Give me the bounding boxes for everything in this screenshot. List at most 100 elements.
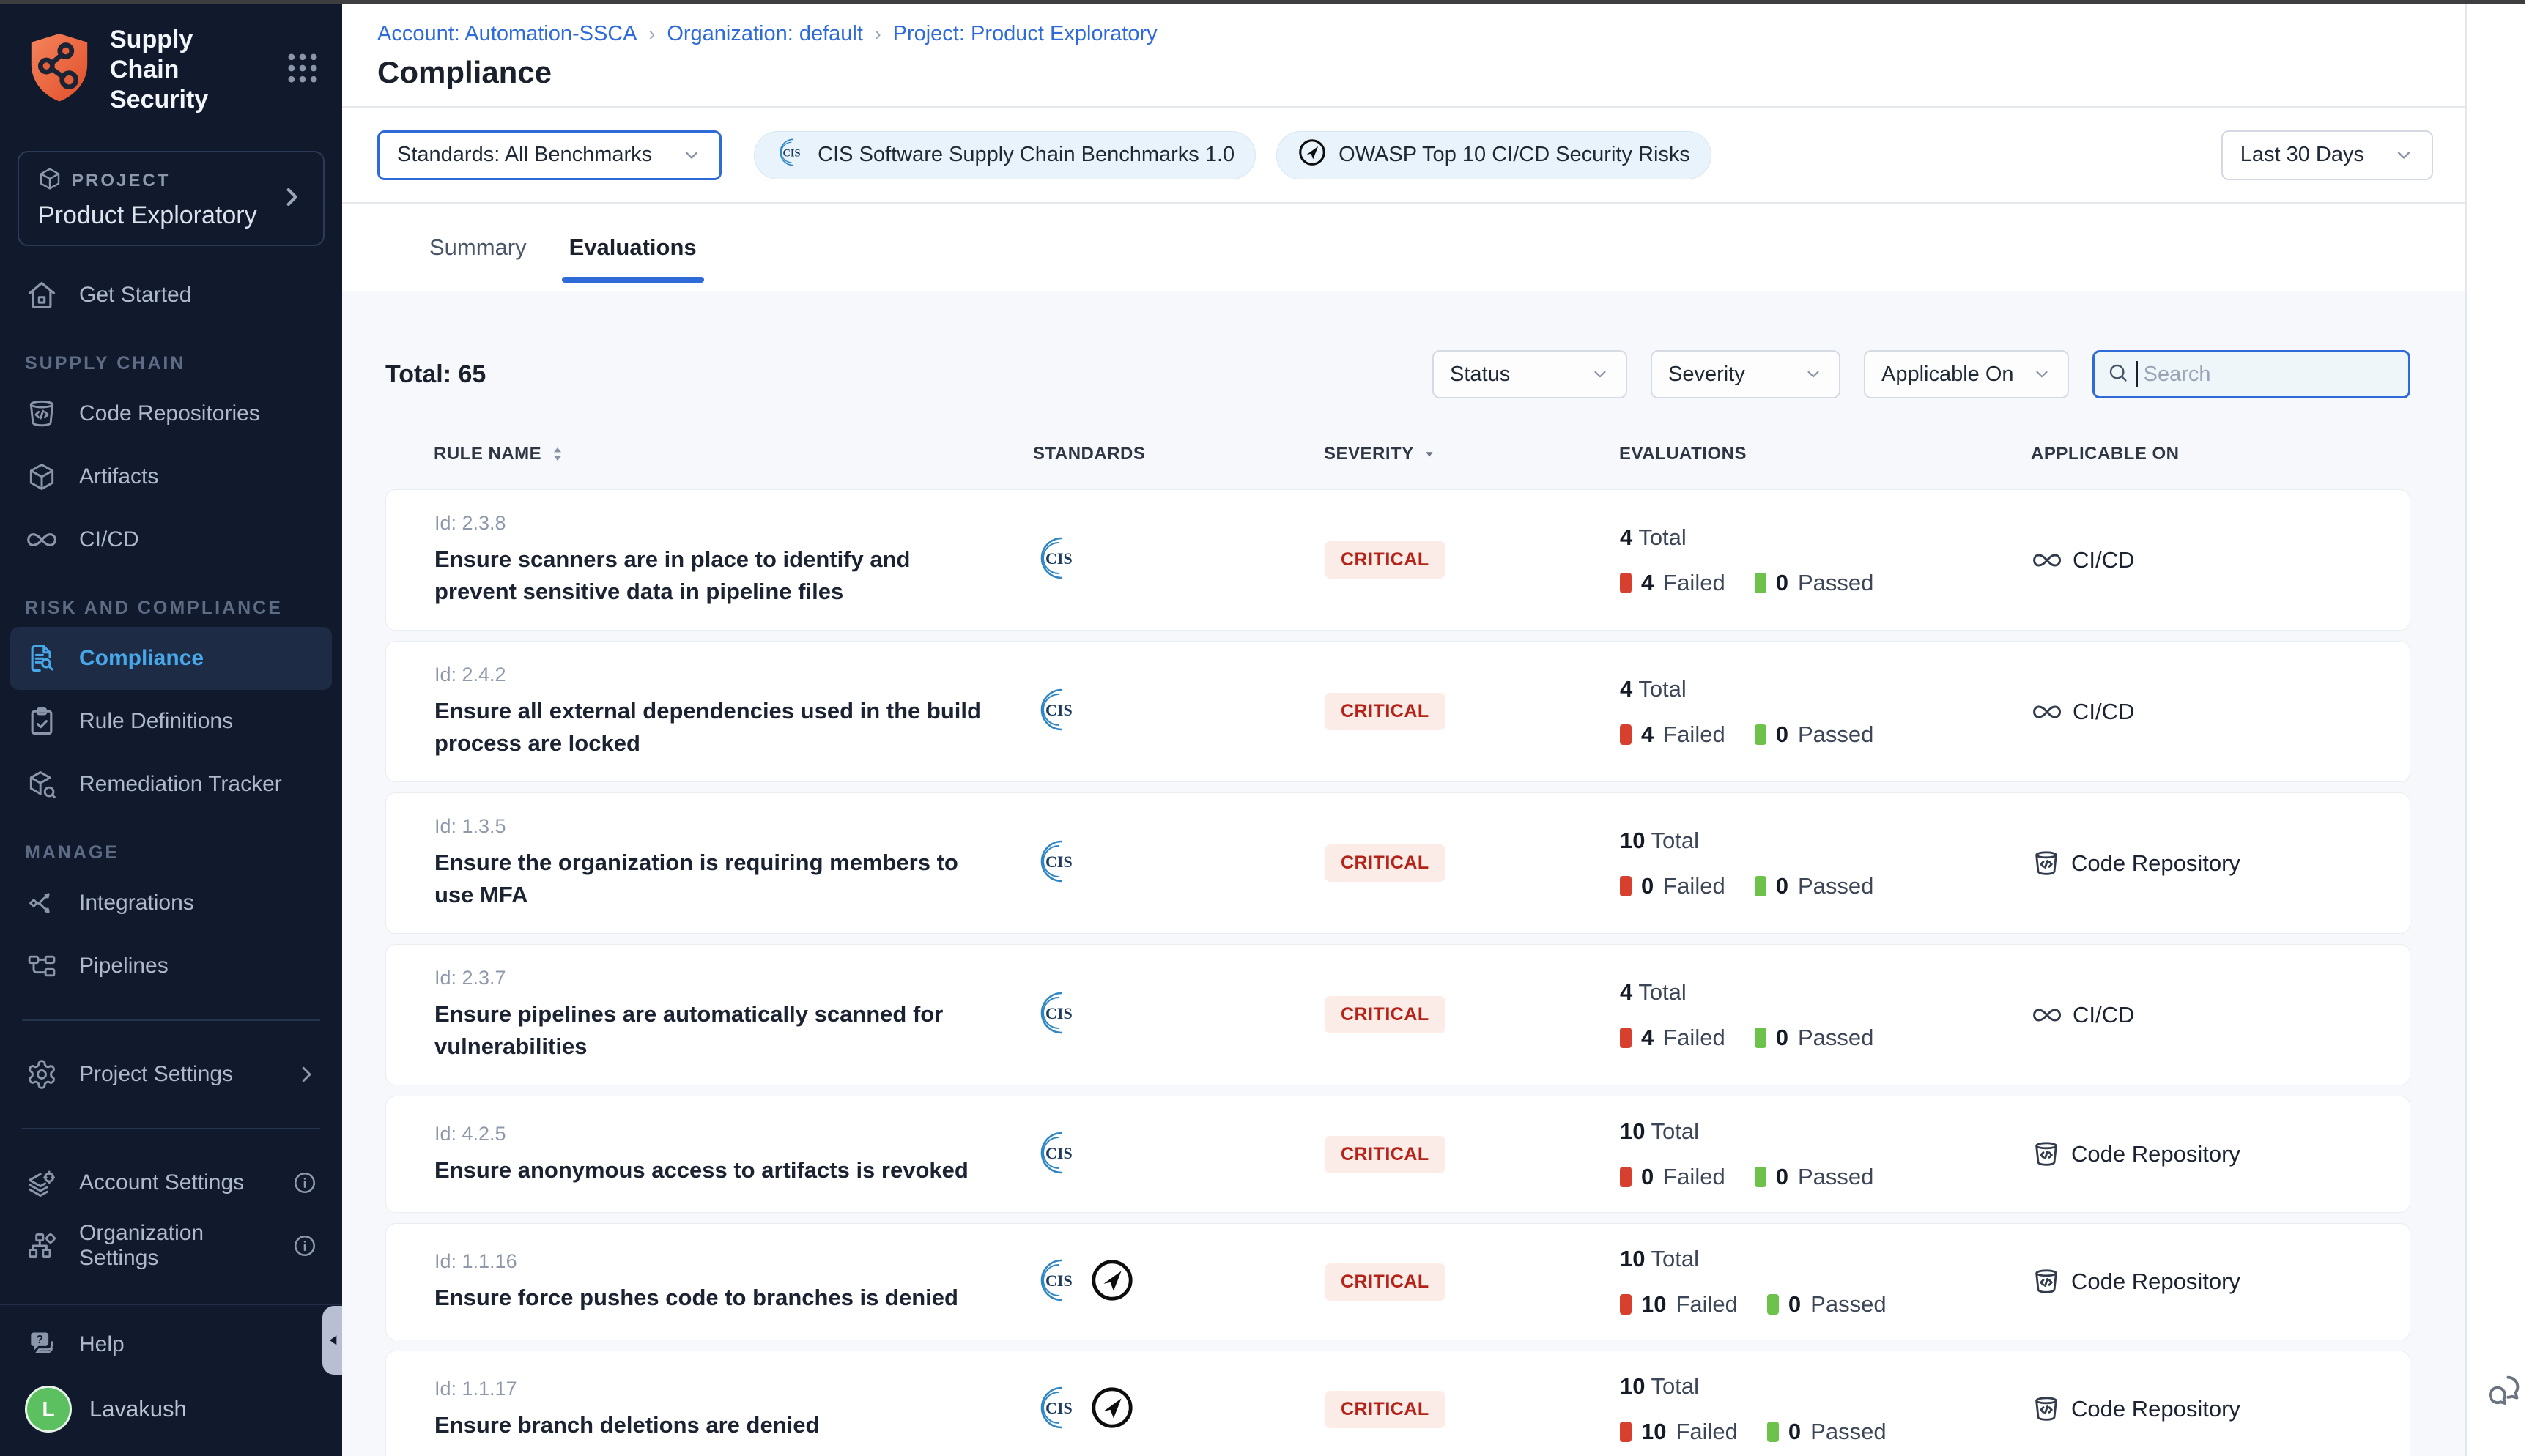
sidebar-item-code-repositories[interactable]: Code Repositories [0,382,342,445]
sidebar-item-label: Help [79,1332,125,1357]
search-input[interactable] [2144,363,2396,387]
project-name: Product Exploratory [38,201,257,230]
sidebar-item-organization-settings[interactable]: Organization Settings [0,1214,342,1277]
rule-cell: Id: 2.3.7 Ensure pipelines are automatic… [434,967,1034,1063]
brand-divider [0,133,342,136]
eval-failed-num: 10 [1641,1419,1666,1445]
remediation-box-wrench-icon [25,768,59,801]
applicable-on-dropdown[interactable]: Applicable On [1864,350,2069,398]
user-menu[interactable]: L Lavakush [0,1374,342,1444]
rule-name: Ensure branch deletions are denied [434,1409,999,1441]
code-repository-icon [2032,1394,2061,1424]
severity-dropdown[interactable]: Severity [1651,350,1840,398]
severity-badge: CRITICAL [1325,1136,1445,1173]
sidebar-item-get-started[interactable]: Get Started [0,264,342,327]
severity-badge: CRITICAL [1325,1391,1445,1428]
clipboard-check-icon [25,705,59,738]
dropdown-label: Applicable On [1881,363,2014,387]
eval-total-label: Total [1638,676,1686,702]
app-title: Supply Chain Security [110,25,267,115]
table-row[interactable]: Id: 2.3.8 Ensure scanners are in place t… [385,489,2410,631]
sidebar: Supply Chain Security PROJECT [0,4,342,1456]
layers-gear-icon [25,1166,59,1200]
column-header-rule-name[interactable]: RULE NAME [434,444,1033,464]
tab-label: Summary [429,234,527,261]
passed-count: 0 Passed [1755,873,1874,899]
eval-total-num: 4 [1620,676,1632,702]
column-header-severity[interactable]: SEVERITY [1324,444,1619,464]
eval-failed-label: Failed [1663,1164,1725,1190]
severity-badge: CRITICAL [1325,844,1445,882]
sidebar-item-integrations[interactable]: Integrations [0,872,342,935]
sidebar-item-rule-definitions[interactable]: Rule Definitions [0,690,342,753]
sidebar-item-artifacts[interactable]: Artifacts [0,445,342,508]
applicable-on-cell: CI/CD [2032,545,2380,576]
divider [22,1019,320,1021]
severity-cell: CRITICAL [1325,996,1620,1033]
code-repository-icon [25,397,59,431]
table-row[interactable]: Id: 1.1.16 Ensure force pushes code to b… [385,1223,2410,1340]
eval-passed-label: Passed [1798,570,1873,596]
applicable-on-cell: Code Repository [2032,1394,2380,1424]
project-label: PROJECT [72,171,170,191]
eval-total-num: 10 [1620,828,1645,853]
tab-summary[interactable]: Summary [425,204,531,291]
breadcrumb-project-link[interactable]: Project: Product Exploratory [893,22,1158,46]
eval-failed-num: 4 [1641,721,1654,748]
sidebar-item-account-settings[interactable]: Account Settings [0,1151,342,1214]
chevron-down-icon [1591,365,1610,384]
logo-row: Supply Chain Security [0,4,342,133]
eval-total-label: Total [1651,828,1699,853]
breadcrumb-account-link[interactable]: Account: Automation-SSCA [377,22,637,46]
nav-section-supply-chain: SUPPLY CHAIN [25,353,317,375]
table-rows: Id: 2.3.8 Ensure scanners are in place t… [385,489,2410,1456]
table-row[interactable]: Id: 1.3.5 Ensure the organization is req… [385,792,2410,934]
sidebar-item-label: Compliance [79,646,204,671]
apps-grid-icon[interactable] [284,49,322,91]
status-dropdown[interactable]: Status [1432,350,1627,398]
date-range-dropdown[interactable]: Last 30 Days [2221,130,2433,180]
sidebar-item-cicd[interactable]: CI/CD [0,508,342,571]
table-row[interactable]: Id: 4.2.5 Ensure anonymous access to art… [385,1096,2410,1213]
chevron-down-icon [1804,365,1823,384]
standards-cell: CIS [1034,535,1325,585]
search-icon [2106,361,2130,388]
project-selector[interactable]: PROJECT Product Exploratory [18,151,325,246]
chip-owasp-top10[interactable]: OWASP Top 10 CI/CD Security Risks [1276,131,1711,179]
sidebar-item-help[interactable]: ? Help [0,1315,342,1374]
table-row[interactable]: Id: 2.4.2 Ensure all external dependenci… [385,641,2410,782]
evaluations-cell: 4 Total 4 Failed 0 Passed [1620,524,2032,596]
evaluations-cell: 10 Total 10 Failed 0 Passed [1620,1373,2032,1445]
passed-count: 0 Passed [1755,1025,1874,1051]
sidebar-item-project-settings[interactable]: Project Settings [0,1043,342,1106]
owasp-logo-icon [1298,138,1327,173]
sidebar-footer: ? Help L Lavakush [0,1304,342,1456]
dropdown-label: Status [1450,363,1510,387]
applicable-on-cell: Code Repository [2032,1267,2380,1296]
sidebar-item-compliance[interactable]: Compliance [10,627,332,690]
info-icon[interactable] [292,1170,317,1195]
tab-evaluations[interactable]: Evaluations [565,204,701,291]
table-row[interactable]: Id: 1.1.17 Ensure branch deletions are d… [385,1351,2410,1456]
severity-cell: CRITICAL [1325,1391,1620,1428]
rule-id: Id: 2.3.8 [434,512,1034,535]
chat-support-icon[interactable] [2485,1371,2523,1413]
sidebar-item-label: Code Repositories [79,401,260,426]
sidebar-item-remediation-tracker[interactable]: Remediation Tracker [0,753,342,816]
eval-failed-label: Failed [1663,570,1725,596]
breadcrumb-organization-link[interactable]: Organization: default [667,22,863,46]
failed-square-icon [1620,1294,1632,1315]
sidebar-item-pipelines[interactable]: Pipelines [0,935,342,998]
chevron-separator-icon: › [875,23,881,45]
chip-cis-benchmark[interactable]: CIS CIS Software Supply Chain Benchmarks… [754,131,1256,179]
svg-text:?: ? [36,1334,43,1346]
eval-failed-num: 4 [1641,1025,1654,1051]
info-icon[interactable] [292,1233,317,1258]
severity-badge: CRITICAL [1325,996,1445,1033]
rule-name: Ensure scanners are in place to identify… [434,543,999,608]
table-row[interactable]: Id: 2.3.7 Ensure pipelines are automatic… [385,944,2410,1085]
sidebar-collapse-handle[interactable] [322,1306,342,1375]
sidebar-item-label: Integrations [79,891,194,915]
standards-dropdown[interactable]: Standards: All Benchmarks [377,130,722,180]
column-header-evaluations: EVALUATIONS [1619,444,2031,464]
